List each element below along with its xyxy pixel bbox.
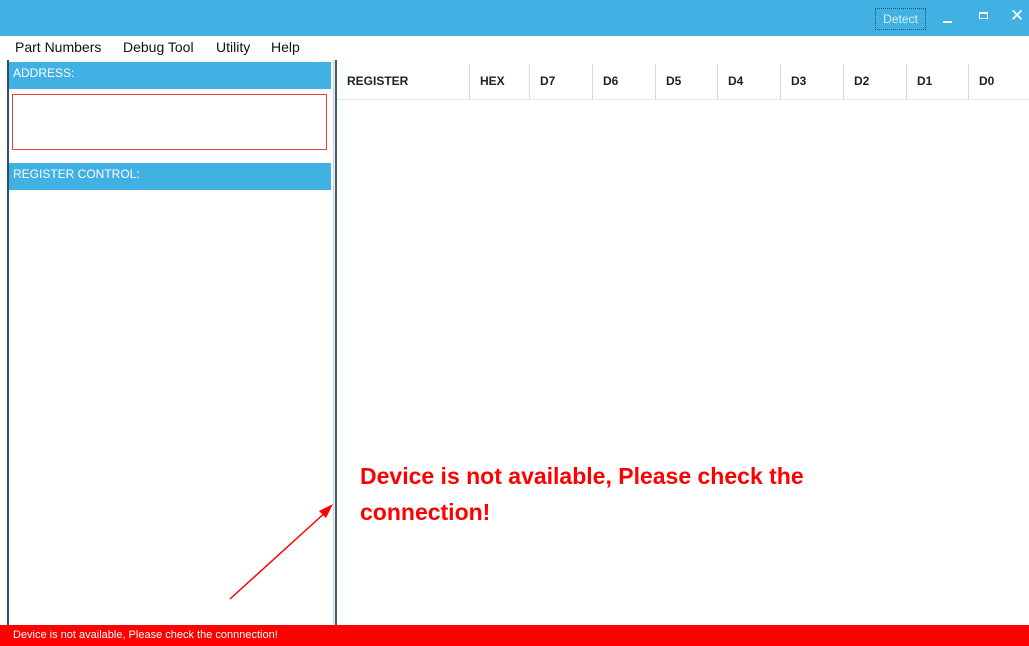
column-d0[interactable]: D0: [968, 64, 1029, 99]
register-control-header: REGISTER CONTROL:: [9, 163, 331, 190]
error-annotation-text: Device is not available, Please check th…: [360, 458, 920, 530]
minimize-icon: [943, 21, 952, 23]
menu-bar: Part Numbers Debug Tool Utility Help: [0, 36, 1029, 60]
menu-part-numbers[interactable]: Part Numbers: [15, 39, 101, 55]
left-panel: ADDRESS: REGISTER CONTROL:: [9, 60, 333, 625]
register-table-header: REGISTER HEX D7 D6 D5 D4 D3 D2 D1 D0: [337, 64, 1029, 100]
address-input[interactable]: [12, 94, 327, 150]
menu-help[interactable]: Help: [271, 39, 300, 55]
column-d2[interactable]: D2: [843, 64, 906, 99]
maximize-button[interactable]: [969, 0, 999, 36]
close-button[interactable]: ✕: [1004, 0, 1029, 36]
column-d5[interactable]: D5: [655, 64, 717, 99]
column-d1[interactable]: D1: [906, 64, 968, 99]
column-d3[interactable]: D3: [780, 64, 843, 99]
menu-utility[interactable]: Utility: [216, 39, 250, 55]
column-d7[interactable]: D7: [529, 64, 592, 99]
detect-button[interactable]: Detect: [875, 8, 926, 30]
maximize-icon: [979, 12, 988, 19]
minimize-button[interactable]: [933, 0, 963, 36]
register-table-body: [337, 100, 1029, 625]
error-annotation-line-1: Device is not available, Please check th…: [360, 463, 804, 489]
title-bar: Detect ✕: [0, 0, 1029, 36]
column-d6[interactable]: D6: [592, 64, 655, 99]
column-hex[interactable]: HEX: [469, 64, 529, 99]
error-annotation-line-2: connection!: [360, 499, 491, 525]
column-d4[interactable]: D4: [717, 64, 780, 99]
menu-debug-tool[interactable]: Debug Tool: [123, 39, 194, 55]
column-register[interactable]: REGISTER: [337, 64, 469, 99]
close-icon: ✕: [1010, 6, 1025, 26]
address-header: ADDRESS:: [9, 62, 331, 89]
status-bar: Device is not available, Please check th…: [0, 625, 1029, 646]
